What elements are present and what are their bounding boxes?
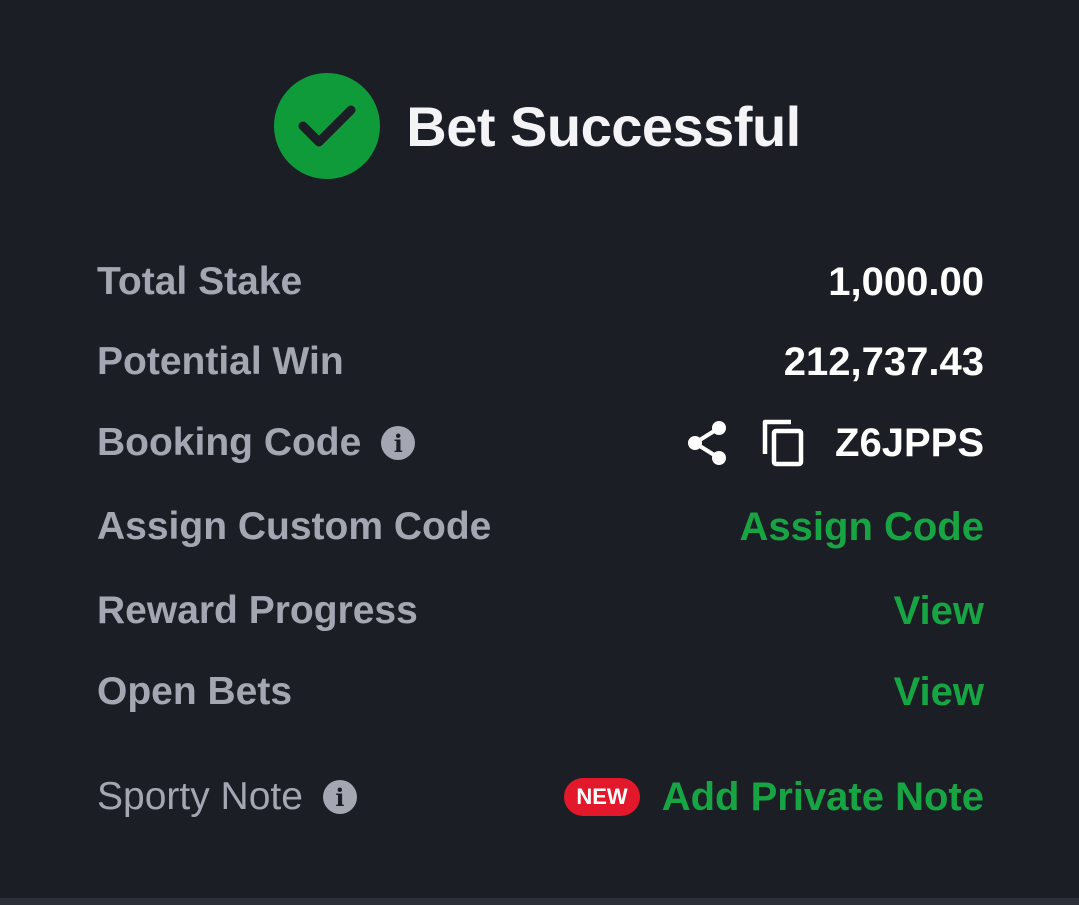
sporty-note-label: Sporty Note [97, 775, 303, 818]
potential-win-label: Potential Win [97, 340, 344, 383]
open-bets-row: Open Bets View [97, 662, 984, 722]
open-bets-label: Open Bets [97, 670, 293, 713]
share-icon[interactable] [685, 420, 729, 466]
potential-win-value: 212,737.43 [783, 339, 984, 384]
assign-custom-code-row: Assign Custom Code Assign Code [97, 497, 984, 557]
copy-icon[interactable] [761, 418, 805, 468]
assign-code-link[interactable]: Assign Code [740, 505, 984, 550]
new-badge: NEW [564, 778, 640, 816]
reward-progress-row: Reward Progress View [97, 581, 984, 641]
add-private-note-link[interactable]: Add Private Note [662, 775, 984, 820]
bet-success-panel: Bet Successful Total Stake 1,000.00 Pote… [0, 0, 1079, 898]
bet-success-header: Bet Successful [0, 70, 1079, 182]
total-stake-label: Total Stake [97, 260, 303, 303]
potential-win-row: Potential Win 212,737.43 [97, 332, 984, 392]
open-bets-view-link[interactable]: View [894, 670, 984, 715]
total-stake-row: Total Stake 1,000.00 [97, 252, 984, 312]
info-icon[interactable]: i [322, 780, 357, 814]
sporty-note-label-group: Sporty Note i [97, 775, 357, 819]
total-stake-value: 1,000.00 [828, 259, 984, 304]
sporty-note-row: Sporty Note i NEW Add Private Note [97, 767, 984, 827]
info-icon[interactable]: i [381, 426, 416, 460]
page-title: Bet Successful [406, 94, 801, 158]
booking-code-label: Booking Code [97, 421, 362, 464]
booking-code-value[interactable]: Z6JPPS [835, 421, 984, 466]
booking-code-row: Booking Code i Z6JPPS [97, 413, 984, 473]
booking-code-actions: Z6JPPS [685, 418, 984, 468]
check-circle-icon [274, 73, 381, 179]
booking-code-label-group: Booking Code i [97, 421, 416, 465]
bottom-divider [0, 898, 1079, 905]
reward-progress-view-link[interactable]: View [894, 589, 984, 634]
reward-progress-label: Reward Progress [97, 589, 418, 632]
assign-custom-code-label: Assign Custom Code [97, 505, 492, 548]
sporty-note-actions: NEW Add Private Note [564, 775, 984, 820]
